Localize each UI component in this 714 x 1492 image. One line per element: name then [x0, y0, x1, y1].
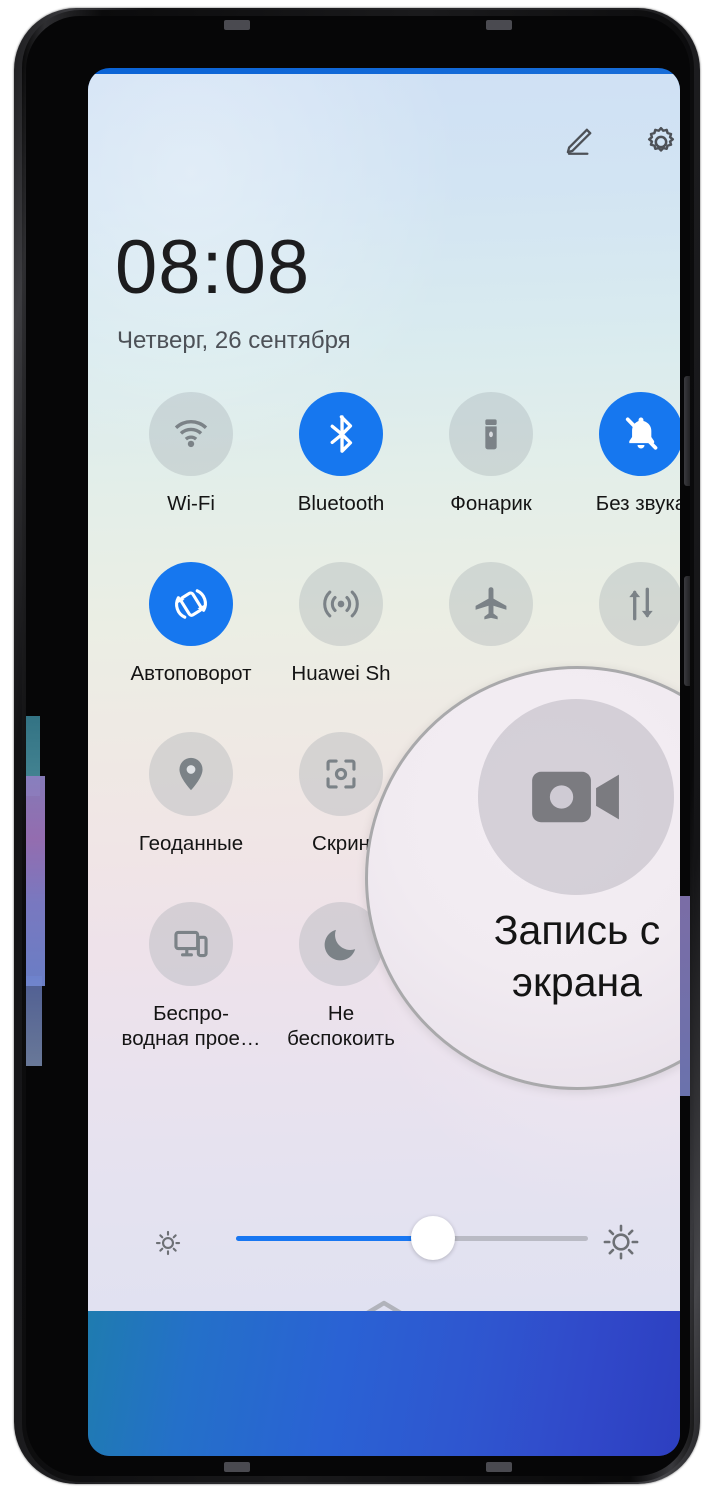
clock-time: 08:08	[115, 225, 311, 310]
toggle-auto-rotate-label: Автоповорот	[130, 662, 252, 685]
phone-device: 08:08 Четверг, 26 сентября Wi-Fi Bluetoo…	[0, 0, 714, 1492]
toggle-location-label: Геоданные	[138, 832, 244, 855]
toggle-auto-rotate[interactable]: Автоповорот	[116, 562, 266, 686]
phone-side-sheen-bottom	[26, 976, 42, 1066]
brightness-control[interactable]	[88, 1204, 680, 1274]
toggle-location-circle	[149, 732, 233, 816]
phone-bezel: 08:08 Четверг, 26 сентября Wi-Fi Bluetoo…	[26, 16, 690, 1476]
toggle-silent[interactable]: Без звука	[566, 392, 680, 516]
screenshot-icon	[326, 759, 356, 789]
phone-screen: 08:08 Четверг, 26 сентября Wi-Fi Bluetoo…	[88, 68, 680, 1456]
toggle-bluetooth-circle	[299, 392, 383, 476]
toggle-wifi[interactable]: Wi-Fi	[116, 392, 266, 516]
toggle-flashlight[interactable]: Фонарик	[416, 392, 566, 516]
flashlight-icon	[485, 419, 497, 450]
huawei-share-icon	[323, 590, 359, 618]
mobile-data-icon	[629, 587, 653, 621]
toggle-row-1: Wi-Fi Bluetooth Фонарик Без звука	[88, 392, 680, 562]
bell-muted-icon	[625, 417, 658, 450]
toggle-do-not-disturb-label: Не беспокоить	[287, 1002, 395, 1050]
brightness-high-sun-icon	[599, 1220, 643, 1269]
toggle-wifi-circle	[149, 392, 233, 476]
screen-record-label-line2: экрана	[512, 959, 642, 1005]
toggle-wireless-projection-circle	[149, 902, 233, 986]
screen-record-label: Запись с экрана	[368, 904, 680, 1008]
toggle-wireless-projection-label: Беспро-водная прое…	[121, 1002, 261, 1050]
volume-down-button[interactable]	[684, 576, 690, 686]
toggle-bluetooth-label: Bluetooth	[297, 492, 385, 515]
toggle-airplane-mode-circle	[449, 562, 533, 646]
toggle-flashlight-circle	[449, 392, 533, 476]
antenna-line-top-right	[486, 20, 512, 30]
toggle-mobile-data-circle	[599, 562, 680, 646]
bluetooth-icon	[330, 415, 353, 453]
screen-record-camcorder-icon	[532, 771, 619, 823]
toggle-silent-label: Без звука	[595, 492, 680, 515]
chevron-up-icon[interactable]	[358, 1296, 410, 1311]
toggle-mobile-data[interactable]	[566, 562, 680, 661]
antenna-line-top-left	[224, 20, 250, 30]
toggle-wifi-label: Wi-Fi	[167, 492, 215, 515]
pencil-icon[interactable]	[559, 123, 597, 161]
toggle-huawei-share-label: Huawei Sh	[291, 662, 391, 685]
toggle-huawei-share[interactable]: Huawei Sh	[266, 562, 416, 686]
toggle-location[interactable]: Геоданные	[116, 732, 266, 856]
toggle-silent-circle	[599, 392, 680, 476]
toggle-bluetooth[interactable]: Bluetooth	[266, 392, 416, 516]
toggle-auto-rotate-circle	[149, 562, 233, 646]
toggle-airplane-mode[interactable]	[416, 562, 566, 661]
toggle-screenshot-circle	[299, 732, 383, 816]
screen-record-toggle-circle[interactable]	[478, 699, 674, 895]
gear-icon[interactable]	[641, 122, 680, 162]
volume-up-button[interactable]	[684, 376, 690, 486]
brightness-low-sun-icon	[151, 1226, 185, 1265]
wireless-projection-icon	[174, 930, 208, 958]
screen-record-label-line1: Запись с	[493, 907, 661, 953]
wifi-icon	[174, 419, 208, 448]
do-not-disturb-moon-icon	[324, 929, 356, 961]
phone-side-sheen	[26, 776, 45, 986]
brightness-thumb[interactable]	[411, 1216, 455, 1260]
toggle-wireless-projection[interactable]: Беспро-водная прое…	[116, 902, 266, 1051]
clock-date: Четверг, 26 сентября	[117, 327, 351, 354]
antenna-line-bottom-right	[486, 1462, 512, 1472]
toggle-flashlight-label: Фонарик	[450, 492, 532, 515]
location-pin-icon	[179, 757, 203, 791]
airplane-mode-icon	[475, 587, 507, 620]
brightness-fill	[236, 1236, 431, 1241]
toggle-huawei-share-circle	[299, 562, 383, 646]
antenna-line-bottom-left	[224, 1462, 250, 1472]
auto-rotate-icon	[175, 589, 207, 619]
panel-header	[559, 122, 680, 162]
